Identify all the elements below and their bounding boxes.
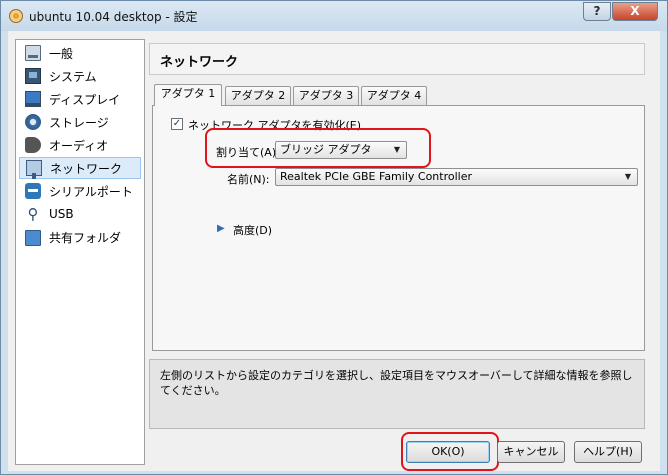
display-icon [25, 91, 41, 107]
dialog-client-area: 一般 システム ディスプレイ ストレージ オーディオ ネットワーク シリアルポー… [8, 31, 660, 471]
ok-button[interactable]: OK(O) [406, 441, 490, 463]
enable-adapter-label[interactable]: ネットワーク アダプタを有効化(E) [188, 117, 361, 133]
sidebar-item-general[interactable]: 一般 [19, 42, 141, 64]
sidebar-item-label: ネットワーク [50, 161, 123, 176]
chevron-down-icon: ▼ [624, 172, 631, 181]
settings-window: ubuntu 10.04 desktop - 設定 ? X 一般 システム ディ… [0, 0, 668, 475]
sidebar-item-audio[interactable]: オーディオ [19, 134, 141, 156]
sidebar-item-serial-port[interactable]: シリアルポート [19, 180, 141, 202]
settings-category-list: 一般 システム ディスプレイ ストレージ オーディオ ネットワーク シリアルポー… [15, 39, 145, 465]
sidebar-item-network[interactable]: ネットワーク [19, 157, 141, 179]
sidebar-item-label: システム [49, 69, 97, 84]
sidebar-item-display[interactable]: ディスプレイ [19, 88, 141, 110]
adapter-name-label: 名前(N): [227, 173, 270, 186]
title-bar[interactable]: ubuntu 10.04 desktop - 設定 ? X [1, 1, 667, 31]
serial-port-icon [25, 183, 41, 199]
cancel-button[interactable]: キャンセル [497, 441, 565, 463]
sidebar-item-label: オーディオ [49, 138, 109, 153]
sidebar-item-label: シリアルポート [49, 184, 133, 199]
sidebar-item-label: USB [49, 207, 74, 221]
tab-adapter-1[interactable]: アダプタ 1 [154, 84, 222, 106]
help-button[interactable]: ヘルプ(H) [574, 441, 642, 463]
tab-adapter-4[interactable]: アダプタ 4 [361, 86, 427, 105]
attached-to-value: ブリッジ アダプタ [280, 143, 372, 156]
storage-icon [25, 114, 41, 130]
attached-to-dropdown[interactable]: ブリッジ アダプタ ▼ [275, 141, 407, 159]
usb-icon: ⚲ [27, 205, 39, 223]
window-title: ubuntu 10.04 desktop - 設定 [29, 10, 198, 24]
shared-folder-icon [25, 230, 41, 246]
virtualbox-app-icon [9, 9, 23, 23]
sidebar-item-label: 共有フォルダ [49, 230, 122, 245]
description-box: 左側のリストから設定のカテゴリを選択し、設定項目をマウスオーバーして詳細な情報を… [149, 359, 645, 429]
sidebar-item-system[interactable]: システム [19, 65, 141, 87]
title-close-button[interactable]: X [612, 2, 658, 21]
sidebar-item-shared-folders[interactable]: 共有フォルダ [19, 226, 141, 248]
adapter-1-panel: ✓ ネットワーク アダプタを有効化(E) 割り当て(A): ブリッジ アダプタ … [152, 105, 645, 351]
sidebar-item-label: ストレージ [49, 115, 109, 130]
attached-to-label: 割り当て(A): [216, 146, 280, 159]
advanced-toggle[interactable]: 高度(D) [233, 222, 272, 238]
audio-icon [25, 137, 41, 153]
sidebar-item-storage[interactable]: ストレージ [19, 111, 141, 133]
sidebar-item-label: 一般 [49, 46, 74, 61]
adapter-name-dropdown[interactable]: Realtek PCIe GBE Family Controller ▼ [275, 168, 638, 186]
general-icon [25, 45, 41, 61]
enable-adapter-checkbox[interactable]: ✓ [171, 118, 183, 130]
system-icon [25, 68, 41, 84]
tab-adapter-2[interactable]: アダプタ 2 [225, 86, 291, 105]
page-title: ネットワーク [149, 43, 645, 75]
chevron-down-icon: ▼ [393, 145, 400, 154]
expand-arrow-icon[interactable]: ▶ [217, 223, 225, 234]
sidebar-item-label: ディスプレイ [49, 92, 121, 107]
network-icon [26, 160, 42, 179]
tab-adapter-3[interactable]: アダプタ 3 [293, 86, 359, 105]
adapter-name-value: Realtek PCIe GBE Family Controller [280, 170, 473, 183]
title-help-button[interactable]: ? [583, 2, 611, 21]
sidebar-item-usb[interactable]: ⚲ USB [19, 203, 141, 225]
